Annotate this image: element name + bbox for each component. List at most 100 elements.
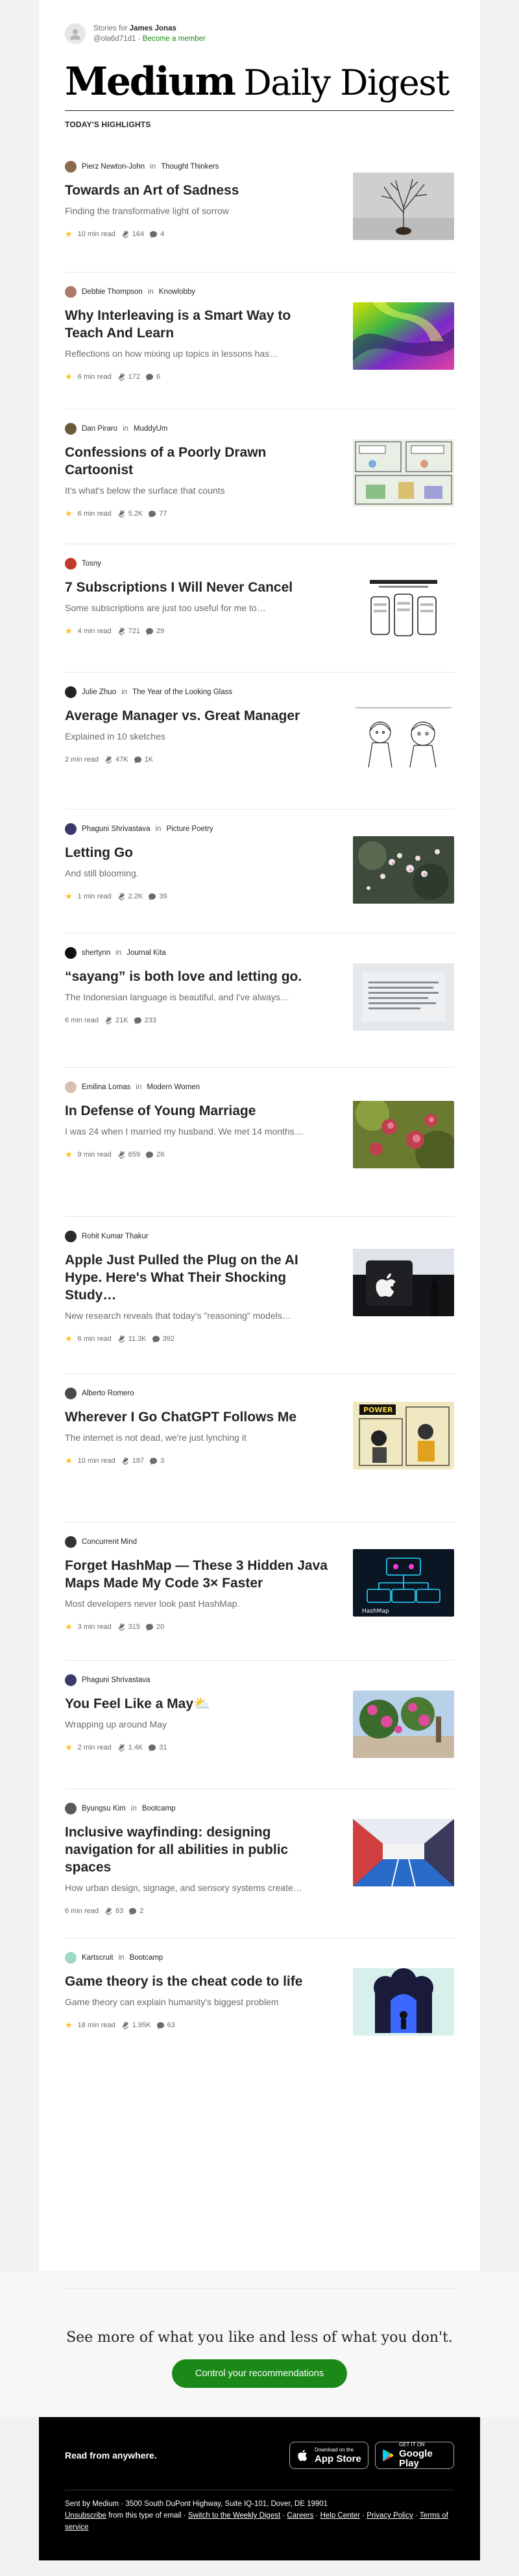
story-title[interactable]: Forget HashMap — These 3 Hidden Java Map…	[65, 1557, 332, 1592]
publication-name[interactable]: Knowlobby	[159, 288, 195, 296]
responses-count: 1K	[134, 756, 153, 764]
story-item[interactable]: Debbie Thompson in Knowlobby Why Interle…	[65, 286, 454, 382]
story-thumbnail[interactable]	[353, 302, 454, 370]
author-name[interactable]: Byungsu Kim	[82, 1805, 126, 1812]
story-item[interactable]: Dan Piraro in MuddyUm Confessions of a P…	[65, 423, 454, 519]
story-thumbnail[interactable]	[353, 577, 454, 645]
story-thumbnail[interactable]	[353, 173, 454, 240]
app-store-badge[interactable]: Download on the App Store	[289, 2442, 368, 2469]
story-subtitle: Game theory can explain humanity's bigge…	[65, 1997, 279, 2007]
story-thumbnail[interactable]	[353, 703, 454, 770]
story-thumbnail[interactable]	[353, 963, 454, 1031]
unsubscribe-link[interactable]: Unsubscribe	[65, 2512, 106, 2520]
story-title[interactable]: Letting Go	[65, 844, 332, 861]
story-item[interactable]: Phaguni Shrivastava in Picture Poetry Le…	[65, 823, 454, 904]
publication-name[interactable]: Modern Women	[147, 1083, 200, 1091]
author-name[interactable]: Rohit Kumar Thakur	[82, 1233, 149, 1240]
privacy-policy-link[interactable]: Privacy Policy	[367, 2512, 413, 2520]
story-thumbnail[interactable]	[353, 836, 454, 904]
switch-weekly-link[interactable]: Switch to the Weekly Digest	[188, 2512, 280, 2520]
story-item[interactable]: Rohit Kumar Thakur Apple Just Pulled the…	[65, 1231, 454, 1344]
author-name[interactable]: Debbie Thompson	[82, 288, 143, 296]
author-name[interactable]: shertynn	[82, 949, 110, 957]
read-time: 3 min read	[77, 1623, 112, 1631]
publication-name[interactable]: Journal Kita	[127, 949, 166, 957]
claps-value: 21K	[115, 1017, 128, 1024]
author-name[interactable]: Concurrent Mind	[82, 1538, 137, 1546]
story-item[interactable]: Alberto Romero Wherever I Go ChatGPT Fol…	[65, 1388, 454, 1469]
control-recommendations-button[interactable]: Control your recommendations	[172, 2359, 347, 2388]
story-title[interactable]: Inclusive wayfinding: designing navigati…	[65, 1824, 332, 1876]
author-name[interactable]: Phaguni Shrivastava	[82, 825, 150, 833]
story-item[interactable]: Tosny 7 Subscriptions I Will Never Cance…	[65, 558, 454, 645]
author-name[interactable]: Emilina Lomas	[82, 1083, 130, 1091]
publication-name[interactable]: The Year of the Looking Glass	[132, 688, 232, 696]
story-thumbnail[interactable]	[353, 1691, 454, 1758]
author-name[interactable]: Tosny	[82, 560, 101, 568]
avatar[interactable]	[65, 23, 86, 44]
story-title[interactable]: Why Interleaving is a Smart Way to Teach…	[65, 307, 332, 342]
author-avatar	[65, 1536, 77, 1548]
story-item[interactable]: shertynn in Journal Kita “sayang” is bot…	[65, 947, 454, 1031]
story-thumbnail[interactable]	[353, 1249, 454, 1316]
story-title[interactable]: In Defense of Young Marriage	[65, 1102, 332, 1120]
in-word: in	[115, 949, 122, 957]
story-item[interactable]: Kartscruit in Bootcamp Game theory is th…	[65, 1952, 454, 2036]
story-title[interactable]: You Feel Like a May⛅	[65, 1695, 332, 1713]
google-play-text: GET IT ON Google Play	[399, 2442, 447, 2469]
help-center-link[interactable]: Help Center	[320, 2512, 360, 2520]
story-item[interactable]: Julie Zhuo in The Year of the Looking Gl…	[65, 686, 454, 770]
story-title[interactable]: Towards an Art of Sadness	[65, 182, 332, 199]
author-name[interactable]: Alberto Romero	[82, 1390, 134, 1397]
story-item[interactable]: Pierz Newton-John in Thought Thinkers To…	[65, 161, 454, 240]
story-item[interactable]: Byungsu Kim in Bootcamp Inclusive wayfin…	[65, 1803, 454, 1916]
story-thumbnail[interactable]: POWER	[353, 1402, 454, 1469]
story-title[interactable]: Wherever I Go ChatGPT Follows Me	[65, 1408, 332, 1426]
story-subtitle: Wrapping up around May	[65, 1719, 167, 1729]
responses-count: 39	[148, 893, 167, 901]
author-name[interactable]: Julie Zhuo	[82, 688, 116, 696]
claps-count: 172	[117, 372, 140, 381]
author-name[interactable]: Phaguni Shrivastava	[82, 1676, 150, 1684]
story-item[interactable]: Emilina Lomas in Modern Women In Defense…	[65, 1081, 454, 1168]
publication-name[interactable]: Bootcamp	[142, 1805, 176, 1812]
responses-value: 29	[156, 627, 165, 635]
story-subtitle: How urban design, signage, and sensory s…	[65, 1883, 302, 1893]
user-name: James Jonas	[129, 25, 176, 32]
author-name[interactable]: Pierz Newton-John	[82, 163, 145, 171]
responses-count: 3	[149, 1457, 164, 1465]
comment-icon	[156, 2021, 164, 2029]
google-play-badge[interactable]: GET IT ON Google Play	[375, 2442, 454, 2469]
become-member-link[interactable]: Become a member	[143, 35, 206, 43]
story-title[interactable]: Confessions of a Poorly Drawn Cartoonist	[65, 444, 332, 479]
story-title[interactable]: Average Manager vs. Great Manager	[65, 707, 332, 725]
author-avatar	[65, 1388, 77, 1399]
google-play-small: GET IT ON	[399, 2442, 425, 2448]
read-time: 6 min read	[77, 1335, 112, 1343]
careers-link[interactable]: Careers	[287, 2512, 313, 2520]
responses-count: 20	[145, 1623, 164, 1631]
digest-logo[interactable]: Medium Daily Digest	[65, 61, 454, 104]
publication-name[interactable]: Picture Poetry	[166, 825, 213, 833]
claps-count: 721	[117, 627, 140, 636]
publication-name[interactable]: Bootcamp	[130, 1954, 163, 1962]
story-thumbnail[interactable]	[353, 1968, 454, 2036]
story-thumbnail[interactable]: HashMap	[353, 1549, 454, 1617]
story-item[interactable]: Phaguni Shrivastava You Feel Like a May⛅…	[65, 1674, 454, 1758]
story-thumbnail[interactable]	[353, 439, 454, 507]
story-thumbnail[interactable]	[353, 1101, 454, 1168]
google-play-big: Google Play	[399, 2448, 433, 2469]
story-thumbnail[interactable]	[353, 1819, 454, 1886]
story-title[interactable]: Apple Just Pulled the Plug on the AI Hyp…	[65, 1251, 332, 1304]
author-name[interactable]: Kartscruit	[82, 1954, 114, 1962]
story-subtitle: New research reveals that today's "reaso…	[65, 1310, 291, 1321]
publication-name[interactable]: MuddyUm	[134, 425, 167, 433]
story-title[interactable]: “sayang” is both love and letting go.	[65, 968, 332, 985]
author-name[interactable]: Dan Piraro	[82, 425, 117, 433]
clap-icon	[105, 1907, 112, 1915]
story-title[interactable]: 7 Subscriptions I Will Never Cancel	[65, 579, 332, 596]
claps-value: 47K	[115, 756, 128, 764]
publication-name[interactable]: Thought Thinkers	[161, 163, 219, 171]
story-title[interactable]: Game theory is the cheat code to life	[65, 1973, 332, 1990]
story-item[interactable]: Concurrent Mind Forget HashMap — These 3…	[65, 1536, 454, 1632]
